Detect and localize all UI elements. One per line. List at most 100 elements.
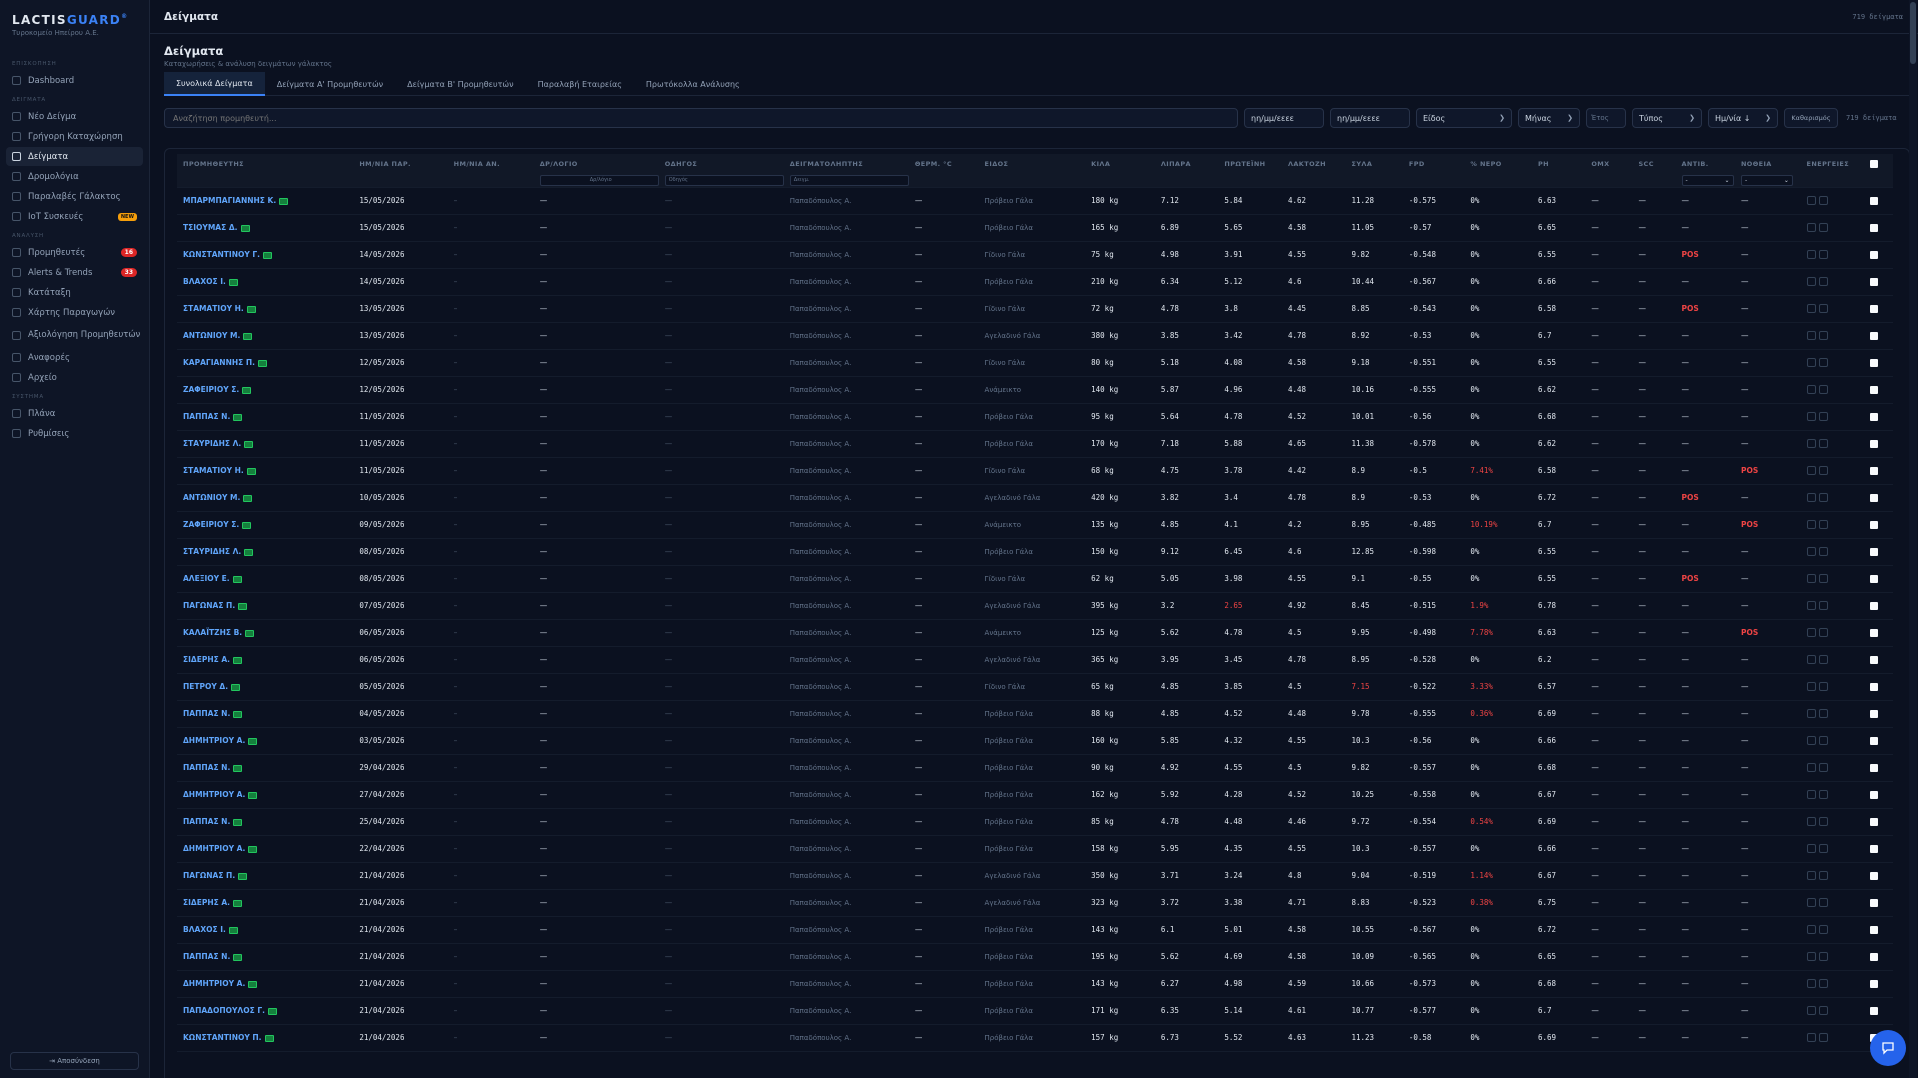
edit-icon[interactable] xyxy=(1806,736,1816,746)
column-header[interactable]: ΠΡΩΤΕΪΝΗ xyxy=(1218,154,1282,174)
table-row[interactable]: ΒΛΑΧΟΣ Ι. 14/05/2026– — — Παπαδόπουλος Α. — Πρ… xyxy=(177,268,1893,296)
supplier-link[interactable]: ΠΑΠΠΑΣ Ν. xyxy=(183,412,230,421)
row-checkbox[interactable] xyxy=(1870,737,1879,745)
table-cell[interactable]: ΑΛΕΞΙΟΥ Ε. xyxy=(177,565,354,593)
table-cell[interactable]: ΣΤΑΜΑΤΙΟΥ Η. xyxy=(177,457,354,485)
column-header[interactable]: ΔΡ/ΛΟΓΙΟ xyxy=(533,154,659,174)
chat-button[interactable] xyxy=(1870,1030,1906,1066)
route-filter-input[interactable]: Δρ/λόγιο xyxy=(539,174,659,186)
supplier-link[interactable]: ΠΕΤΡΟΥ Δ. xyxy=(183,682,228,691)
table-cell[interactable]: ΒΛΑΧΟΣ Ι. xyxy=(177,916,354,944)
table-cell[interactable]: ΠΑΠΠΑΣ Ν. xyxy=(177,754,354,782)
table-row[interactable]: ΠΑΠΠΑΣ Ν. 11/05/2026– — — Παπαδόπουλος Α. — Πρ… xyxy=(177,403,1893,431)
species-select[interactable]: Είδος ❯ xyxy=(1416,108,1512,128)
column-header[interactable]: ΣΥΛΑ xyxy=(1345,154,1403,174)
column-header[interactable]: ΟΜΧ xyxy=(1585,154,1633,174)
column-header[interactable]: ΗΜ/ΝΙΑ ΑΝ. xyxy=(447,154,534,174)
edit-icon[interactable] xyxy=(1806,385,1816,395)
supplier-link[interactable]: ΠΑΠΠΑΣ Ν. xyxy=(183,952,230,961)
sidebar-item[interactable]: IoT Συσκευές NEW xyxy=(6,207,143,226)
supplier-link[interactable]: ΣΤΑΜΑΤΙΟΥ Η. xyxy=(183,466,244,475)
supplier-link[interactable]: ΣΤΑΥΡΙΔΗΣ Λ. xyxy=(183,439,241,448)
row-checkbox[interactable] xyxy=(1870,899,1879,907)
supplier-link[interactable]: ΔΗΜΗΤΡΙΟΥ Α. xyxy=(183,844,245,853)
delete-icon[interactable] xyxy=(1818,655,1828,665)
delete-icon[interactable] xyxy=(1818,682,1828,692)
row-checkbox[interactable] xyxy=(1870,980,1879,988)
table-row[interactable]: ΠΑΓΩΝΑΣ Π. 07/05/2026– — — Παπαδόπουλος Α. — Α… xyxy=(177,592,1893,620)
edit-icon[interactable] xyxy=(1806,250,1816,260)
sidebar-item[interactable]: Παραλαβές Γάλακτος xyxy=(6,187,143,206)
clear-filters-button[interactable]: Καθαρισμός xyxy=(1784,108,1838,128)
sort-select[interactable]: Ημ/νία ↓ ❯ xyxy=(1708,108,1778,128)
table-row[interactable]: ΠΕΤΡΟΥ Δ. 05/05/2026– — — Παπαδόπουλος Α. — Γί… xyxy=(177,673,1893,701)
year-input[interactable]: Έτος xyxy=(1586,108,1626,128)
supplier-link[interactable]: ΣΤΑΥΡΙΔΗΣ Λ. xyxy=(183,547,241,556)
table-row[interactable]: ΚΩΝΣΤΑΝΤΙΝΟΥ Π. 21/04/2026– — — Παπαδόπουλος… xyxy=(177,1024,1893,1052)
supplier-link[interactable]: ΤΣΙΟΥΜΑΣ Δ. xyxy=(183,223,238,232)
supplier-link[interactable]: ΣΙΔΕΡΗΣ Α. xyxy=(183,898,230,907)
delete-icon[interactable] xyxy=(1818,331,1828,341)
delete-icon[interactable] xyxy=(1818,277,1828,287)
edit-icon[interactable] xyxy=(1806,466,1816,476)
row-checkbox[interactable] xyxy=(1870,278,1879,286)
delete-icon[interactable] xyxy=(1818,385,1828,395)
supplier-link[interactable]: ΚΩΝΣΤΑΝΤΙΝΟΥ Π. xyxy=(183,1033,262,1042)
table-cell[interactable]: ΔΗΜΗΤΡΙΟΥ Α. xyxy=(177,781,354,809)
delete-icon[interactable] xyxy=(1818,358,1828,368)
supplier-link[interactable]: ΔΗΜΗΤΡΙΟΥ Α. xyxy=(183,736,245,745)
adulteration-filter-select[interactable]: - ⌄ xyxy=(1740,174,1793,186)
row-checkbox[interactable] xyxy=(1870,251,1879,259)
delete-icon[interactable] xyxy=(1818,547,1828,557)
column-header[interactable]: ΕΙΔΟΣ xyxy=(978,154,1086,174)
table-row[interactable]: ΖΑΦΕΙΡΙΟΥ Σ. 09/05/2026– — — Παπαδόπουλος Α.… xyxy=(177,511,1893,539)
delete-icon[interactable] xyxy=(1818,574,1828,584)
sidebar-item[interactable]: Δείγματα xyxy=(6,147,143,166)
sidebar-item[interactable]: Αξιολόγηση Προμηθευτών xyxy=(6,323,143,347)
table-row[interactable]: ΠΑΠΑΔΟΠΟΥΛΟΣ Γ. 21/04/2026– — — Παπαδόπουλος… xyxy=(177,997,1893,1025)
table-cell[interactable]: ΣΤΑΜΑΤΙΟΥ Η. xyxy=(177,295,354,323)
sidebar-item[interactable]: Προμηθευτές 16 xyxy=(6,243,143,262)
supplier-link[interactable]: ΣΤΑΜΑΤΙΟΥ Η. xyxy=(183,304,244,313)
table-cell[interactable]: ΑΝΤΩΝΙΟΥ Μ. xyxy=(177,322,354,350)
supplier-link[interactable]: ΔΗΜΗΤΡΙΟΥ Α. xyxy=(183,790,245,799)
edit-icon[interactable] xyxy=(1806,655,1816,665)
row-checkbox[interactable] xyxy=(1870,818,1879,826)
sidebar-item[interactable]: Δρομολόγια xyxy=(6,167,143,186)
table-cell[interactable]: ΜΠΑΡΜΠΑΓΙΑΝΝΗΣ Κ. xyxy=(177,187,354,215)
table-cell[interactable]: ΣΤΑΥΡΙΔΗΣ Λ. xyxy=(177,538,354,566)
delete-icon[interactable] xyxy=(1818,466,1828,476)
row-checkbox[interactable] xyxy=(1870,845,1879,853)
row-checkbox[interactable] xyxy=(1870,575,1879,583)
table-row[interactable]: ΚΑΡΑΓΙΑΝΝΗΣ Π. 12/05/2026– — — Παπαδόπουλος … xyxy=(177,349,1893,377)
column-header[interactable]: ΗΜ/ΝΙΑ ΠΑΡ. xyxy=(353,154,448,174)
table-row[interactable]: ΣΤΑΜΑΤΙΟΥ Η. 11/05/2026– — — Παπαδόπουλος Α.… xyxy=(177,457,1893,485)
column-header[interactable]: ΚΙΛΑ xyxy=(1085,154,1155,174)
edit-icon[interactable] xyxy=(1806,979,1816,989)
row-checkbox[interactable] xyxy=(1870,413,1879,421)
delete-icon[interactable] xyxy=(1818,601,1828,611)
delete-icon[interactable] xyxy=(1818,979,1828,989)
table-cell[interactable]: ΚΑΡΑΓΙΑΝΝΗΣ Π. xyxy=(177,349,354,377)
delete-icon[interactable] xyxy=(1818,1006,1828,1016)
delete-icon[interactable] xyxy=(1818,763,1828,773)
edit-icon[interactable] xyxy=(1806,331,1816,341)
table-row[interactable]: ΣΙΔΕΡΗΣ Α. 06/05/2026– — — Παπαδόπουλος Α. — Α… xyxy=(177,646,1893,674)
row-checkbox[interactable] xyxy=(1870,224,1879,232)
sidebar-item[interactable]: Πλάνα xyxy=(6,404,143,423)
scrollbar-thumb[interactable] xyxy=(1910,2,1916,64)
supplier-link[interactable]: ΖΑΦΕΙΡΙΟΥ Σ. xyxy=(183,520,239,529)
delete-icon[interactable] xyxy=(1818,1033,1828,1043)
row-checkbox[interactable] xyxy=(1870,764,1879,772)
edit-icon[interactable] xyxy=(1806,628,1816,638)
edit-icon[interactable] xyxy=(1806,520,1816,530)
delete-icon[interactable] xyxy=(1818,790,1828,800)
brand-logo[interactable]: LACTISGUARD® xyxy=(12,13,149,27)
table-row[interactable]: ΠΑΠΠΑΣ Ν. 21/04/2026– — — Παπαδόπουλος Α. — Πρ… xyxy=(177,943,1893,971)
table-row[interactable]: ΤΣΙΟΥΜΑΣ Δ. 15/05/2026– — — Παπαδόπουλος Α. —… xyxy=(177,214,1893,242)
edit-icon[interactable] xyxy=(1806,574,1816,584)
table-cell[interactable]: ΖΑΦΕΙΡΙΟΥ Σ. xyxy=(177,511,354,539)
supplier-link[interactable]: ΑΝΤΩΝΙΟΥ Μ. xyxy=(183,493,240,502)
table-cell[interactable]: ΑΝΤΩΝΙΟΥ Μ. xyxy=(177,484,354,512)
table-cell[interactable]: ΔΗΜΗΤΡΙΟΥ Α. xyxy=(177,835,354,863)
